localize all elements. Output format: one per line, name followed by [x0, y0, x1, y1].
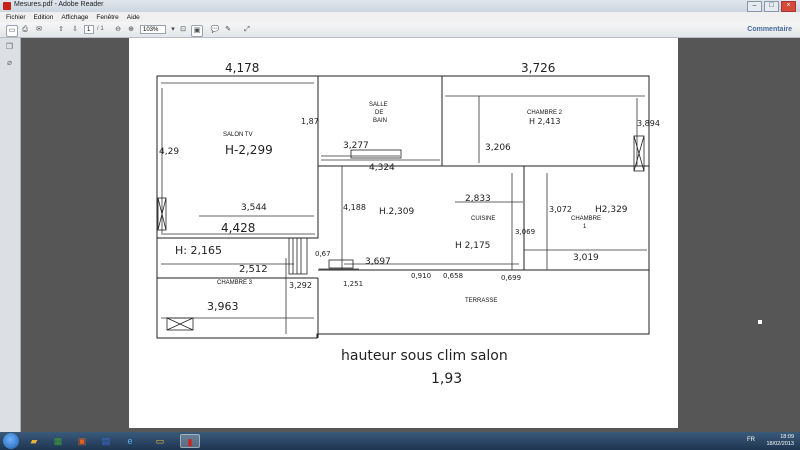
height-salle: H.2,309: [379, 207, 415, 217]
measure-3292: 3,292: [289, 281, 312, 290]
note-value: 1,93: [431, 371, 462, 387]
folder-icon[interactable]: ▰: [24, 434, 44, 448]
measure-187: 1,87: [301, 117, 319, 126]
expand-icon[interactable]: ⤢: [242, 25, 252, 35]
explorer-icon[interactable]: ▭: [150, 434, 170, 448]
room-chambre-1-line2: 1: [583, 224, 587, 230]
minimize-button[interactable]: –: [747, 1, 762, 12]
attachment-icon[interactable]: ⌀: [5, 58, 14, 67]
toolbar: ▭ ⎙ ✉ ⇧ ⇩ 1 / 1 ⊖ ⊕ 103% ▾ ⊡ ▣ 💬 ✎ ⤢ Com…: [0, 22, 800, 38]
adobe-reader-icon: [3, 2, 11, 10]
clock-time: 18:09: [780, 434, 794, 440]
menu-fenetre[interactable]: Fenêtre: [96, 14, 118, 21]
fit-page-icon[interactable]: ▣: [191, 25, 203, 37]
measure-4324: 4,324: [369, 163, 395, 173]
close-button[interactable]: ×: [781, 1, 796, 12]
room-cuisine: CUISINE: [471, 216, 495, 222]
measure-429: 4,29: [159, 147, 179, 157]
room-terrasse: TERRASSE: [465, 298, 497, 304]
page-total: / 1: [97, 26, 104, 32]
measure-3206: 3,206: [485, 143, 511, 153]
adobe-reader-taskbar-icon[interactable]: ▮: [180, 434, 200, 448]
excel-icon[interactable]: ▦: [48, 434, 68, 448]
room-salle-line3: BAIN: [373, 118, 387, 124]
measure-0699: 0,699: [501, 274, 521, 282]
measure-3726: 3,726: [521, 61, 555, 75]
zoom-out-icon[interactable]: ⊖: [113, 25, 123, 35]
measure-1251: 1,251: [343, 280, 363, 288]
note-hauteur-clim: hauteur sous clim salon: [341, 348, 508, 364]
height-salon: H-2,299: [225, 143, 273, 157]
word-icon[interactable]: ▤: [96, 434, 116, 448]
cursor-marker: [758, 320, 762, 324]
highlight-icon[interactable]: ✎: [223, 25, 233, 35]
measure-2833: 2,833: [465, 194, 491, 204]
save-icon[interactable]: ▭: [6, 25, 18, 37]
clock-date: 18/02/2013: [766, 441, 794, 447]
menu-edition[interactable]: Edition: [34, 14, 54, 21]
maximize-button[interactable]: □: [764, 1, 779, 12]
start-button[interactable]: [3, 433, 19, 449]
menu-affichage[interactable]: Affichage: [61, 14, 88, 21]
measure-0910: 0,910: [411, 272, 431, 280]
measure-4178: 4,178: [225, 61, 259, 75]
print-icon[interactable]: ⎙: [20, 25, 30, 35]
title-bar: Mesures.pdf - Adobe Reader – □ ×: [0, 0, 800, 12]
window-title: Mesures.pdf - Adobe Reader: [14, 1, 104, 8]
next-page-icon[interactable]: ⇩: [70, 25, 80, 35]
height-cuisine: H 2,175: [455, 241, 490, 251]
measure-3277: 3,277: [343, 141, 369, 151]
zoom-input[interactable]: 103%: [140, 25, 166, 34]
measure-0658: 0,658: [443, 272, 463, 280]
menu-fichier[interactable]: Fichier: [6, 14, 26, 21]
floor-plan-drawing: SALON TV SALLE DE BAIN CHAMBRE 2 CUISINE…: [156, 61, 660, 387]
room-chambre-2: CHAMBRE 2: [527, 110, 563, 116]
measure-3697: 3,697: [365, 257, 391, 267]
previous-page-icon[interactable]: ⇧: [56, 25, 66, 35]
measure-3069: 3,069: [515, 228, 535, 236]
comment-icon[interactable]: 💬: [210, 25, 220, 35]
measure-3072: 3,072: [549, 205, 572, 214]
room-salle-line2: DE: [375, 110, 383, 116]
measure-2512: 2,512: [239, 264, 268, 275]
measure-4428: 4,428: [221, 221, 255, 235]
page-number-input[interactable]: 1: [84, 25, 94, 34]
internet-explorer-icon[interactable]: e: [120, 434, 140, 448]
powerpoint-icon[interactable]: ▣: [72, 434, 92, 448]
email-icon[interactable]: ✉: [34, 25, 44, 35]
fit-width-icon[interactable]: ⊡: [178, 25, 188, 35]
height-chambre2: H 2,413: [529, 117, 560, 126]
measure-4188: 4,188: [343, 203, 366, 212]
chevron-down-icon[interactable]: ▾: [168, 25, 178, 35]
measure-3894: 3,894: [637, 119, 660, 128]
measure-3544: 3,544: [241, 203, 267, 213]
height-chambre1: H2,329: [595, 205, 628, 215]
pdf-page: SALON TV SALLE DE BAIN CHAMBRE 2 CUISINE…: [129, 38, 678, 428]
room-salon-tv: SALON TV: [223, 132, 253, 138]
menu-bar: Fichier Edition Affichage Fenêtre Aide: [0, 12, 800, 22]
room-chambre-3: CHAMBRE 3: [217, 280, 253, 286]
room-chambre-1-line1: CHAMBRE: [571, 216, 601, 222]
window-controls: – □ ×: [747, 1, 796, 12]
taskbar: ▰ ▦ ▣ ▤ e ▭ ▮ FR 18:09 18/02/2013: [0, 432, 800, 450]
height-chambre3: H: 2,165: [175, 244, 222, 257]
tray-language[interactable]: FR: [747, 437, 755, 443]
room-salle-line1: SALLE: [369, 102, 388, 108]
measure-3019: 3,019: [573, 253, 599, 263]
navigation-panel: ❐ ⌀: [0, 38, 21, 432]
menu-aide[interactable]: Aide: [127, 14, 140, 21]
measure-3963: 3,963: [207, 300, 239, 313]
measure-067: 0,67: [315, 250, 331, 258]
zoom-in-icon[interactable]: ⊕: [126, 25, 136, 35]
commentaire-panel-button[interactable]: Commentaire: [747, 26, 792, 33]
clock[interactable]: 18:09 18/02/2013: [766, 434, 794, 448]
pages-icon[interactable]: ❐: [5, 42, 14, 51]
